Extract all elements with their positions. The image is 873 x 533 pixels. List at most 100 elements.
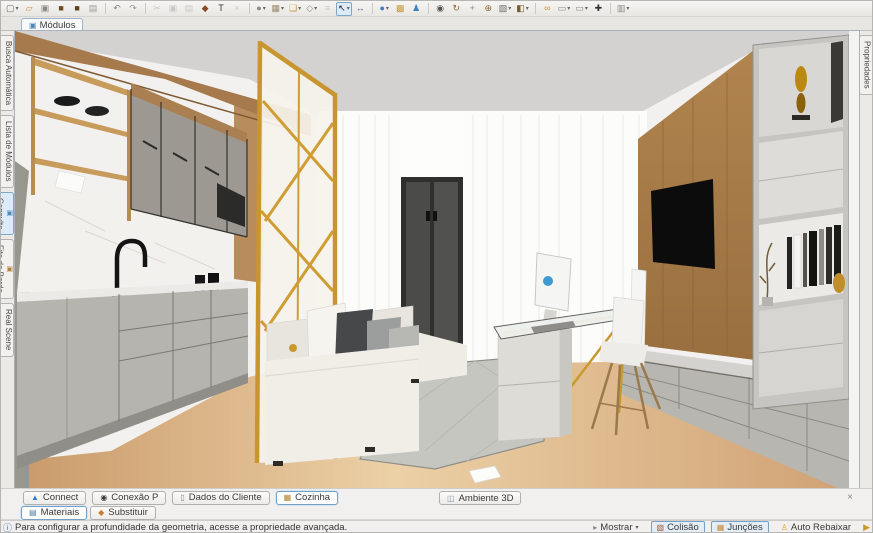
save-project-button[interactable]: ▣	[38, 2, 53, 16]
auto-rebaixar-button[interactable]: ♙ Auto Rebaixar	[775, 521, 857, 533]
viewport-3d-scene[interactable]	[15, 31, 859, 488]
render-photo-a-button[interactable]: ■	[54, 2, 69, 16]
dropdown-caret-icon[interactable]: ▾	[298, 6, 301, 12]
lasso-select-button[interactable]: ◇▾	[304, 2, 319, 16]
render-photo-a-icon: ■	[58, 4, 63, 13]
tab-connect-label: Connect	[43, 492, 78, 503]
format-painter-button[interactable]: ◆	[198, 2, 213, 16]
format-painter-icon: ◆	[202, 4, 209, 13]
globe-3d-button[interactable]: ●▾	[377, 2, 392, 16]
module-box-button[interactable]: ▩	[393, 2, 408, 16]
tab-cozinha[interactable]: ▦Cozinha	[276, 491, 338, 505]
zoom-extents-icon: ⊕	[484, 4, 492, 13]
wall-edge	[849, 31, 859, 488]
toggle-group: ▧Colisão ▦Junções	[651, 521, 769, 533]
tab-connect[interactable]: ▲Connect	[23, 491, 86, 505]
person-icon: ♟	[412, 4, 420, 13]
mostrar-dropdown[interactable]: ▸ Mostrar ▾	[587, 521, 644, 533]
sidebar-tab-label: Lista de Módulos	[4, 121, 13, 181]
dropdown-caret-icon[interactable]: ▾	[281, 6, 284, 12]
paste-button: ▤	[182, 2, 197, 16]
status-bar: ⓘ Para configurar a profundidade da geom…	[1, 520, 873, 533]
tab-conexao-p[interactable]: ◉Conexão P	[92, 491, 166, 505]
sidebar-tab-propriedades[interactable]: Propriedades	[859, 35, 872, 95]
shelving-unit[interactable]	[753, 35, 849, 409]
environment-tab-bar: ▲Connect ◉Conexão P ▯Dados do Cliente ▦Cozi…	[1, 488, 873, 506]
cut-icon: ✂	[153, 4, 161, 13]
redo-button[interactable]: ↷	[126, 2, 141, 16]
person-button[interactable]: ♟	[409, 2, 424, 16]
dropdown-caret-icon[interactable]: ▾	[508, 6, 511, 12]
floor-plan-button[interactable]: ▦▾	[270, 2, 287, 16]
dropdown-caret-icon[interactable]: ▾	[347, 6, 350, 12]
view-cube-button[interactable]: ▧▾	[497, 2, 514, 16]
dropdown-caret-icon[interactable]: ▾	[585, 6, 588, 12]
dropdown-caret-icon[interactable]: ▾	[314, 6, 317, 12]
new-document-button[interactable]: ▢▾	[4, 2, 21, 16]
orbit-rotate-button[interactable]: ↻	[449, 2, 464, 16]
link-tool-icon: ∞	[544, 4, 550, 13]
tab-dados-do-cliente-label: Dados do Cliente	[189, 492, 262, 503]
link-tool-button[interactable]: ∞	[540, 2, 555, 16]
toolbar-separator	[249, 3, 250, 14]
juncoes-icon: ▦	[717, 523, 725, 532]
dropdown-caret-icon[interactable]: ▾	[567, 6, 570, 12]
tab-substituir[interactable]: ◆Substituir	[90, 506, 156, 520]
open-project-icon: ▱	[26, 4, 33, 13]
align-list-button: ≡	[320, 2, 335, 16]
status-controls: ▸ Mostrar ▾ ▧Colisão ▦Junções ♙ Auto Reba…	[587, 521, 873, 533]
tab-materiais[interactable]: ▤Materiais	[21, 506, 87, 520]
sidebar-tab-consulta[interactable]: ▣Consulta	[1, 192, 14, 236]
render-cube-button[interactable]: ◧▾	[514, 2, 531, 16]
text-tool-button[interactable]: T	[214, 2, 229, 16]
globe-3d-icon: ●	[379, 4, 384, 13]
dimension-button[interactable]: ↔	[353, 2, 368, 16]
materials-sphere-button[interactable]: ●▾	[254, 2, 269, 16]
pan-move-button[interactable]: +	[465, 2, 480, 16]
dropdown-caret-icon[interactable]: ▾	[626, 6, 629, 12]
select-cursor-button[interactable]: ↖▾	[336, 2, 352, 16]
eye-view-button[interactable]: ◉	[433, 2, 448, 16]
tab-dados-do-cliente[interactable]: ▯Dados do Cliente	[172, 491, 269, 505]
auto-rebaixar-label: Auto Rebaixar	[791, 522, 851, 533]
image-frame-a-button[interactable]: ▭▾	[556, 2, 573, 16]
left-panel-strip: Busca Automática Lista de Módulos ▣Consult…	[1, 31, 15, 488]
tab-modulos[interactable]: ▣ Módulos	[21, 18, 83, 31]
sidebar-tab-real-scene[interactable]: Real Scene	[1, 303, 14, 356]
status-message: Para configurar a profundidade da geomet…	[15, 522, 347, 533]
close-tab-icon[interactable]: ×	[844, 492, 856, 503]
render-photo-b-button[interactable]: ■	[70, 2, 85, 16]
tab-ambiente-3d[interactable]: ◫ Ambiente 3D	[439, 491, 521, 505]
cut-button: ✂	[150, 2, 165, 16]
info-icon: ⓘ	[3, 521, 12, 533]
sidebar-tab-label: Fita de Borda	[0, 245, 4, 293]
sidebar-tab-lista-de-modulos[interactable]: Lista de Módulos	[1, 115, 14, 187]
open-project-button[interactable]: ▱	[22, 2, 37, 16]
sidebar-tab-fita-de-borda[interactable]: ▣Fita de Borda	[1, 239, 14, 299]
dropdown-caret-icon[interactable]: ▾	[526, 6, 529, 12]
undo-button[interactable]: ↶	[110, 2, 125, 16]
image-frame-b-button[interactable]: ▭▾	[573, 2, 590, 16]
conexao-p-icon: ◉	[100, 493, 107, 502]
layout-panels-button[interactable]: ▥▾	[615, 2, 632, 16]
dropdown-caret-icon[interactable]: ▾	[386, 6, 389, 12]
drag-hand-icon: ❏	[289, 4, 297, 13]
corner-pointer-icon[interactable]: ▶	[863, 522, 870, 533]
tv[interactable]	[651, 179, 715, 269]
chevron-down-icon: ▾	[635, 524, 638, 531]
dropdown-caret-icon[interactable]: ▾	[263, 6, 266, 12]
copy-icon: ▣	[169, 4, 178, 13]
juncoes-toggle[interactable]: ▦Junções	[711, 521, 769, 533]
print-icon: ▤	[89, 4, 98, 13]
dropdown-caret-icon[interactable]: ▾	[16, 6, 19, 12]
move-cross-button[interactable]: ✚	[591, 2, 606, 16]
drag-hand-button[interactable]: ❏▾	[287, 2, 303, 16]
zoom-extents-button[interactable]: ⊕	[481, 2, 496, 16]
render-canvas[interactable]	[15, 31, 859, 488]
tab-substituir-label: Substituir	[108, 507, 148, 518]
right-panel-strip: Propriedades	[857, 31, 872, 488]
colisao-toggle[interactable]: ▧Colisão	[651, 521, 705, 533]
toolbar-separator	[105, 3, 106, 14]
print-button[interactable]: ▤	[86, 2, 101, 16]
sidebar-tab-busca-automatica[interactable]: Busca Automática	[1, 35, 14, 111]
